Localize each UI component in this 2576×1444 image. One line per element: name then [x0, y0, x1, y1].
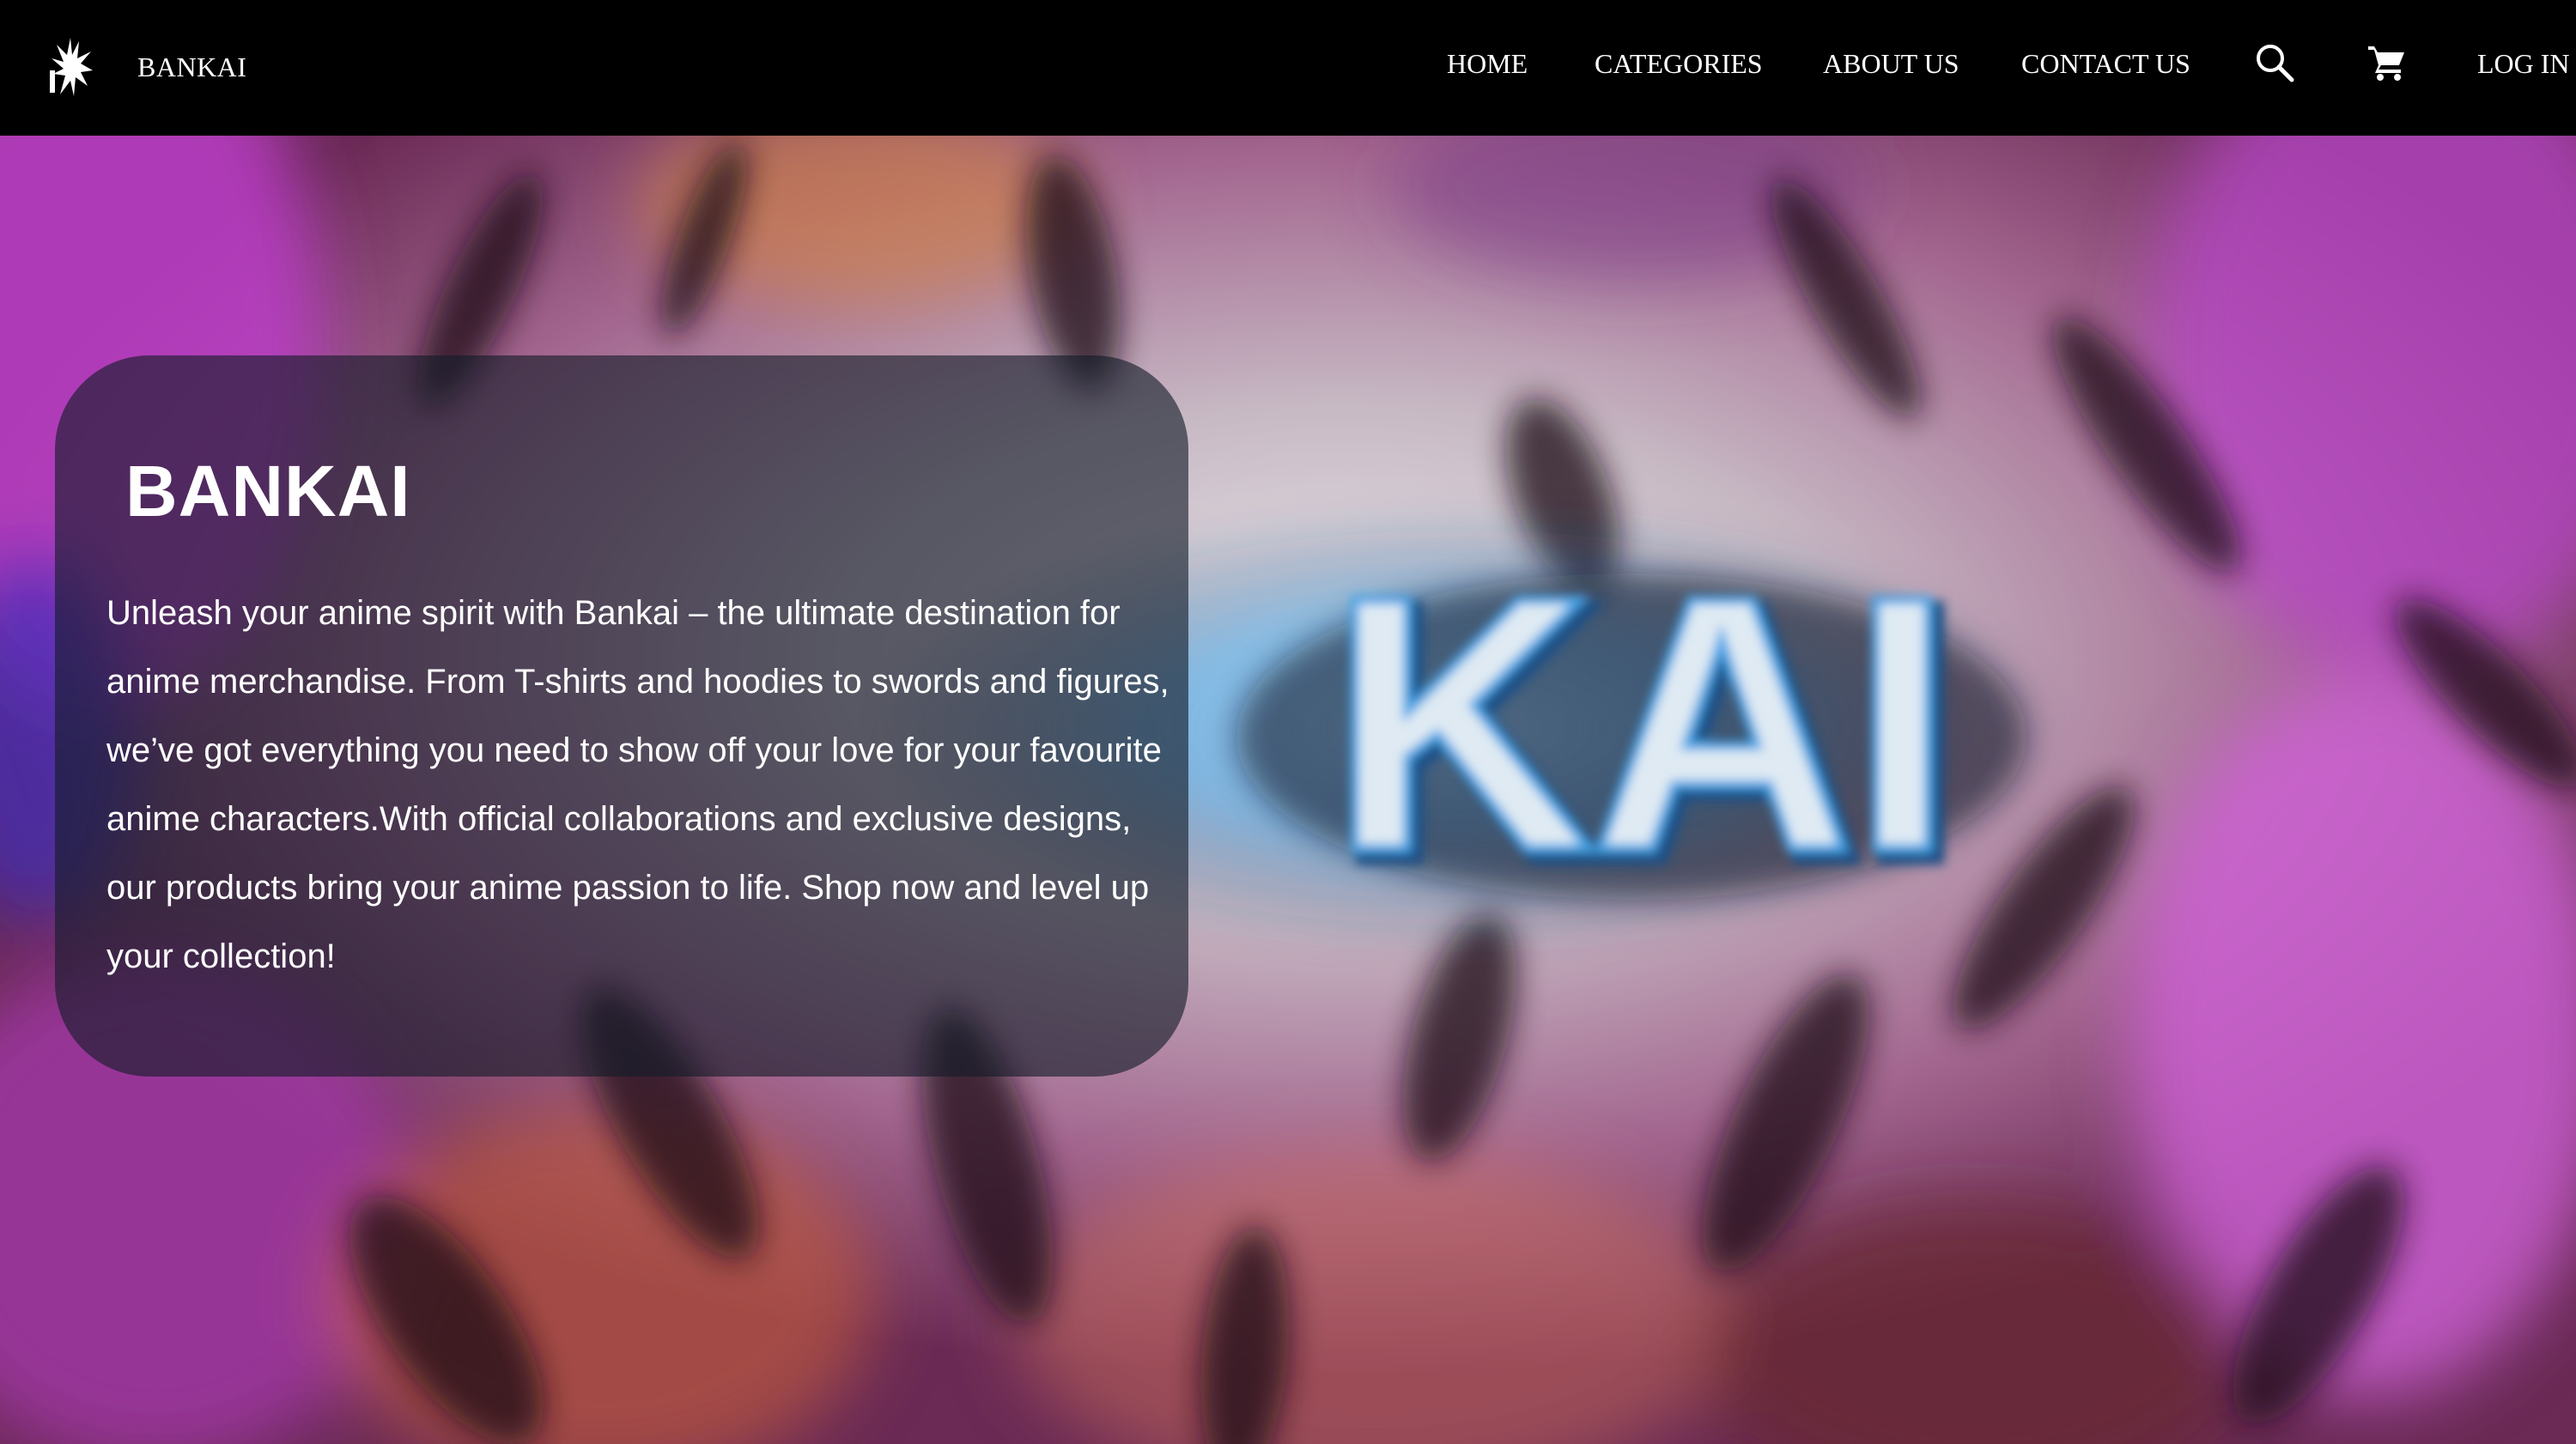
cart-icon[interactable]: [2366, 43, 2406, 81]
hero-info-card: BANKAI Unleash your anime spirit with Ba…: [55, 355, 1188, 1077]
search-icon[interactable]: [2255, 43, 2294, 82]
hero-section: KAI KAI BANKAI Unleash your anime spirit…: [0, 136, 2576, 1444]
login-link[interactable]: LOG IN: [2477, 48, 2570, 80]
nav-about-us[interactable]: ABOUT US: [1823, 48, 1959, 80]
nav-home[interactable]: HOME: [1447, 48, 1528, 80]
nav-categories[interactable]: CATEGORIES: [1595, 48, 1763, 80]
nav-menu: HOME CATEGORIES ABOUT US CONTACT US LOG …: [0, 0, 2576, 136]
nav-contact-us[interactable]: CONTACT US: [2021, 48, 2190, 80]
hero-background-title: KAI: [1331, 523, 1952, 925]
navbar: BANKAI HOME CATEGORIES ABOUT US CONTACT …: [0, 0, 2576, 136]
hero-card-description: Unleash your anime spirit with Bankai – …: [106, 594, 1170, 975]
hero-card-title: BANKAI: [125, 451, 411, 531]
